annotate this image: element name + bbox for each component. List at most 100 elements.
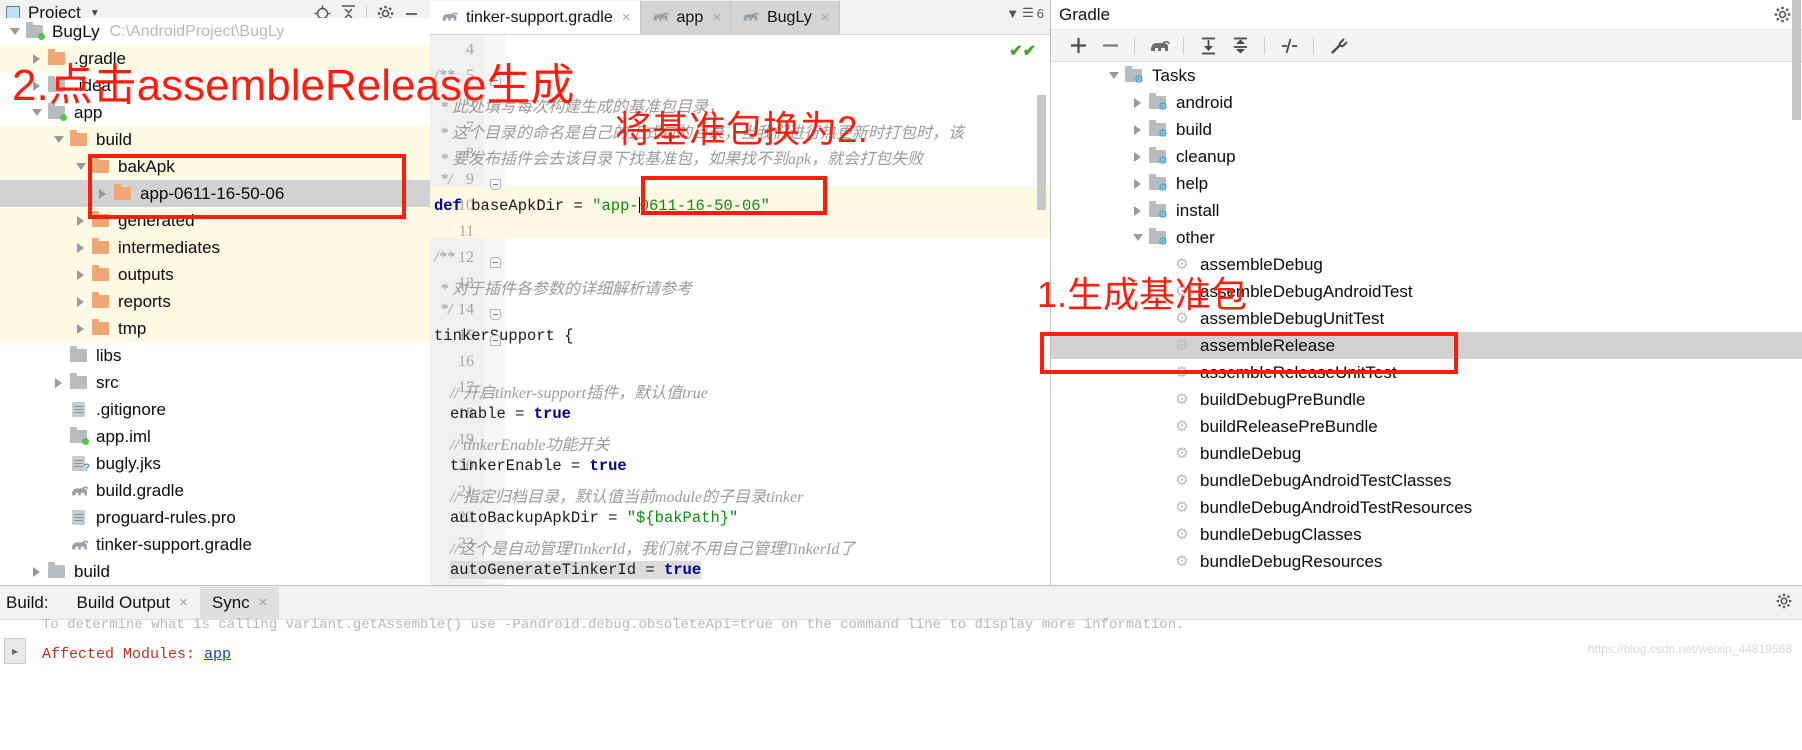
gradle-task-bundleDebug[interactable]: ⚙ bundleDebug [1051, 440, 1802, 467]
close-icon[interactable]: × [622, 9, 631, 26]
editor-code-line[interactable]: // 开启tinker-support插件，默认值true [450, 379, 708, 403]
editor-code-line[interactable]: autoGenerateTinkerId = true [450, 561, 702, 579]
tree-row-outputs[interactable]: outputs [0, 261, 430, 288]
tree-row-build[interactable]: build [0, 126, 430, 153]
gradle-task-bundleDebugResources[interactable]: ⚙ bundleDebugResources [1051, 548, 1802, 575]
wrench-icon[interactable] [1323, 34, 1353, 58]
remove-icon[interactable] [1095, 34, 1125, 58]
chevron-right-icon[interactable] [74, 268, 87, 281]
tree-row-intermediates[interactable]: intermediates [0, 234, 430, 261]
close-icon[interactable]: × [259, 594, 268, 611]
tree-row--gradle[interactable]: .gradle [0, 45, 430, 72]
chevron-right-icon[interactable] [74, 241, 87, 254]
gradle-task-help[interactable]: ⚙ help [1051, 170, 1802, 197]
gradle-task-bundleDebugAndroidTestClasses[interactable]: ⚙ bundleDebugAndroidTestClasses [1051, 467, 1802, 494]
chevron-down-icon[interactable] [30, 106, 43, 119]
editor-code-line[interactable]: * 对于插件各参数的详细解析请参考 [440, 275, 692, 299]
tree-row-app-0611-16-50-06[interactable]: app-0611-16-50-06 [0, 180, 430, 207]
chevron-right-icon[interactable] [30, 79, 43, 92]
gradle-task-bundleDebugAndroidTestResources[interactable]: ⚙ bundleDebugAndroidTestResources [1051, 494, 1802, 521]
editor-code-line[interactable]: tinkerEnable = true [450, 457, 627, 475]
tree-row-bakapk[interactable]: bakApk [0, 153, 430, 180]
editor-code-line[interactable]: def baseApkDir = "app-0611-16-50-06" [434, 197, 770, 215]
editor-code-line[interactable]: /** [434, 249, 454, 267]
chevron-right-icon[interactable] [74, 322, 87, 335]
tree-row-src[interactable]: src [0, 369, 430, 396]
editor-code-line[interactable]: * 这个目录的命名是自己的正式包的目录，当我们进行热更新时打包时，该 [440, 119, 964, 143]
editor-body[interactable]: 4 5/** 6 * 此处填写每次构建生成的基准包目录， 7 * 这个目录的命名是自己的正… [430, 35, 1050, 585]
chevron-down-icon[interactable] [74, 160, 87, 173]
tree-row-app[interactable]: app [0, 99, 430, 126]
close-icon[interactable]: × [821, 9, 830, 26]
chevron-down-icon[interactable] [52, 133, 65, 146]
tree-row-generated[interactable]: generated [0, 207, 430, 234]
chevron-right-icon[interactable] [1131, 204, 1144, 217]
gradle-task-assembleReleaseUnitTest[interactable]: ⚙ assembleReleaseUnitTest [1051, 359, 1802, 386]
fold-marker-icon[interactable] [490, 257, 501, 268]
gradle-task-other[interactable]: ⚙ other [1051, 224, 1802, 251]
add-icon[interactable] [1063, 34, 1093, 58]
chevron-down-icon[interactable]: ▼ [1006, 6, 1019, 21]
tree-row-build[interactable]: build [0, 558, 430, 585]
tree-row-libs[interactable]: libs [0, 342, 430, 369]
fold-marker-icon[interactable] [490, 309, 501, 320]
tab-sync[interactable]: Sync × [199, 586, 280, 619]
chevron-down-icon[interactable] [1107, 69, 1120, 82]
chevron-right-icon[interactable] [74, 214, 87, 227]
gradle-task-buildDebugPreBundle[interactable]: ⚙ buildDebugPreBundle [1051, 386, 1802, 413]
chevron-right-icon[interactable] [52, 376, 65, 389]
gradle-task-assembleDebugUnitTest[interactable]: ⚙ assembleDebugUnitTest [1051, 305, 1802, 332]
chevron-down-icon[interactable] [8, 25, 21, 38]
tree-row-app-iml[interactable]: app.iml [0, 423, 430, 450]
chevron-right-icon[interactable] [74, 295, 87, 308]
gradle-task-assembleRelease[interactable]: ⚙ assembleRelease [1051, 332, 1802, 359]
gradle-task-install[interactable]: ⚙ install [1051, 197, 1802, 224]
editor-code-line[interactable]: // 指定归档目录，默认值当前module的子目录tinker [450, 483, 803, 507]
fold-marker-icon[interactable] [490, 75, 501, 86]
close-icon[interactable]: × [179, 594, 188, 611]
chevron-right-icon[interactable] [1131, 123, 1144, 136]
tree-row-tmp[interactable]: tmp [0, 315, 430, 342]
string-literal[interactable]: "app-0611-16-50-06" [592, 197, 770, 215]
chevron-right-icon[interactable] [1131, 150, 1144, 163]
chevron-right-icon[interactable] [96, 187, 109, 200]
editor-code-line[interactable]: */ [440, 301, 452, 319]
tree-row-proguard-rules-pro[interactable]: proguard-rules.pro [0, 504, 430, 531]
chevron-right-icon[interactable] [30, 52, 43, 65]
fold-marker-icon[interactable] [490, 335, 501, 346]
tree-row-tinker-support-gradle[interactable]: tinker-support.gradle [0, 531, 430, 558]
fold-marker-icon[interactable] [490, 179, 501, 190]
editor-tab-tinker-support-gradle[interactable]: tinker-support.gradle × [430, 1, 641, 34]
gradle-task-cleanup[interactable]: ⚙ cleanup [1051, 143, 1802, 170]
editor-tab-bugly[interactable]: BugLy × [730, 1, 840, 34]
editor-code-line[interactable]: * 此处填写每次构建生成的基准包目录， [440, 93, 724, 117]
gradle-elephant-icon[interactable] [1144, 34, 1174, 58]
tree-row-root[interactable]: BugLy C:\AndroidProject\BugLy [0, 18, 430, 45]
tab-build-output[interactable]: Build Output × [65, 587, 200, 619]
tree-row-bugly-jks[interactable]: ? bugly.jks [0, 450, 430, 477]
editor-code-line[interactable]: tinkerSupport { [434, 327, 574, 345]
editor-tab-app[interactable]: app × [640, 1, 731, 34]
gradle-task-android[interactable]: ⚙ android [1051, 89, 1802, 116]
gradle-scrollbar-thumb[interactable] [1792, 0, 1801, 120]
editor-code-line[interactable]: // tinkerEnable功能开关 [450, 431, 610, 455]
collapse-all-icon[interactable] [1225, 34, 1255, 58]
editor-code-line[interactable]: * 要发布插件会去该目录下找基准包，如果找不到apk，就会打包失败 [440, 145, 923, 169]
string-literal[interactable]: "${bakPath}" [627, 509, 739, 527]
tab-list-icon[interactable]: ☰ [1022, 5, 1034, 21]
expand-output-button[interactable]: ▸ [4, 638, 26, 664]
tree-row-build-gradle[interactable]: build.gradle [0, 477, 430, 504]
editor-scrollbar-thumb[interactable] [1037, 95, 1046, 210]
affected-module-link[interactable]: app [204, 646, 231, 663]
inspection-status-icon[interactable]: ✔✔ [1009, 41, 1036, 61]
gradle-task-build[interactable]: ⚙ build [1051, 116, 1802, 143]
tree-row--gitignore[interactable]: .gitignore [0, 396, 430, 423]
chevron-down-icon[interactable] [1131, 231, 1144, 244]
editor-code-line[interactable]: enable = true [450, 405, 571, 423]
chevron-right-icon[interactable] [1131, 177, 1144, 190]
close-icon[interactable]: × [712, 9, 721, 26]
tree-row-reports[interactable]: reports [0, 288, 430, 315]
gear-icon[interactable] [1776, 593, 1792, 614]
chevron-down-icon[interactable]: ▼ [90, 8, 100, 19]
chevron-right-icon[interactable] [30, 565, 43, 578]
